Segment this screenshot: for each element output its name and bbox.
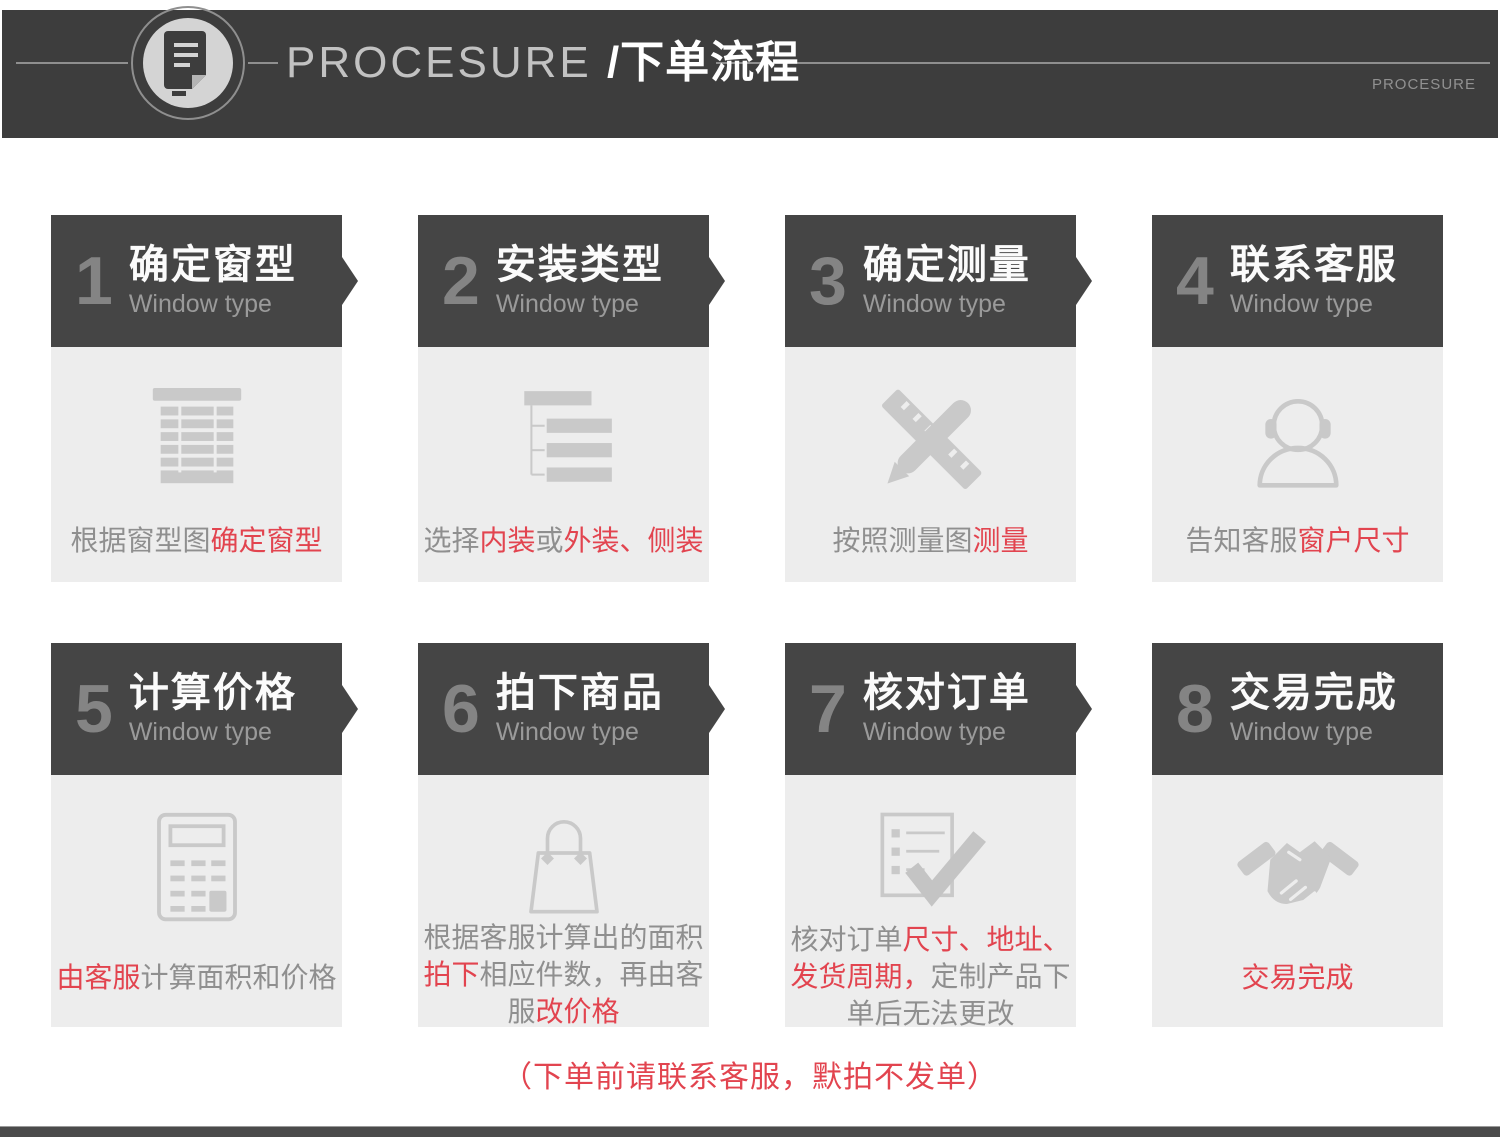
step-1-header: 1 确定窗型 Window type: [51, 215, 358, 347]
step-5-body: 由客服计算面积和价格: [51, 775, 342, 1027]
step-3-body: 按照测量图测量: [785, 347, 1076, 582]
banner-divider-line-mid: [248, 62, 278, 64]
banner-title: PROCESURE /下单流程: [286, 40, 800, 86]
step-1-body: 根据窗型图确定窗型: [51, 347, 342, 582]
step-card-1: 1 确定窗型 Window type 根据窗型图确定窗型: [51, 215, 358, 582]
desc-segment: 测量: [972, 525, 1029, 556]
bottom-divider-bar: [0, 1126, 1500, 1137]
step-description: 交易完成: [1238, 959, 1356, 996]
desc-segment: 外装、侧装: [563, 525, 704, 556]
desc-segment: 窗户尺寸: [1297, 525, 1410, 556]
step-card-3: 3 确定测量 Window type 按照测量图测量: [785, 215, 1092, 582]
step-description: 选择内装或外装、侧装: [420, 522, 706, 559]
step-subtitle: Window type: [128, 290, 272, 318]
desc-segment: 告知客服: [1185, 525, 1298, 556]
banner-title-zh: /下单流程: [606, 38, 801, 87]
desc-segment: 选择: [423, 525, 480, 556]
arrow-right-icon: [709, 685, 725, 733]
step-2-body: 选择内装或外装、侧装: [418, 347, 709, 582]
step-description: 由客服计算面积和价格: [53, 959, 339, 996]
desc-segment: 按照测量图: [832, 525, 973, 556]
step-number: 2: [442, 243, 480, 319]
step-card-4: 4 联系客服 Window type 告知客服窗户尺寸: [1152, 215, 1443, 582]
step-title: 核对订单: [862, 671, 1031, 715]
step-subtitle: Window type: [495, 718, 639, 746]
banner-title-en: PROCESURE: [286, 38, 607, 87]
step-subtitle: Window type: [862, 718, 1006, 746]
step-7-body: 核对订单尺寸、地址、发货周期，定制产品下单后无法更改: [785, 775, 1076, 1029]
step-card-8: 8 交易完成 Window type 交易完成: [1152, 643, 1443, 1027]
calculator-icon: [149, 809, 245, 927]
desc-segment: 拍下: [423, 959, 480, 990]
arrow-right-icon: [709, 257, 725, 305]
desc-segment: 交易完成: [1241, 961, 1354, 993]
step-title: 确定测量: [862, 243, 1031, 287]
step-card-2: 2 安装类型 Window type 选择内装或外装、侧装: [418, 215, 725, 582]
desc-segment: 根据客服计算出的面积: [423, 922, 704, 953]
measure-icon: [875, 381, 987, 499]
document-icon: [128, 3, 248, 123]
desc-segment: 改价格: [535, 996, 620, 1027]
desc-segment: 由客服: [56, 961, 141, 993]
step-2-header: 2 安装类型 Window type: [418, 215, 725, 347]
step-title: 计算价格: [128, 671, 297, 715]
step-4-header: 4 联系客服 Window type: [1152, 215, 1443, 347]
step-5-header: 5 计算价格 Window type: [51, 643, 358, 775]
step-title: 交易完成: [1229, 671, 1398, 715]
desc-segment: 确定窗型: [210, 525, 323, 556]
banner-divider-line-left: [16, 62, 128, 64]
step-description: 根据客服计算出的面积拍下相应件数，再由客服改价格: [418, 919, 709, 1030]
step-7-header: 7 核对订单 Window type: [785, 643, 1092, 775]
desc-segment: 核对订单: [790, 924, 903, 955]
desc-segment: 内装: [479, 525, 536, 556]
step-6-body: 根据客服计算出的面积拍下相应件数，再由客服改价格: [418, 775, 709, 1027]
procedure-banner: PROCESURE /下单流程 PROCESURE: [2, 6, 1498, 138]
step-3-header: 3 确定测量 Window type: [785, 215, 1092, 347]
step-title: 确定窗型: [128, 243, 297, 287]
step-card-5: 5 计算价格 Window type 由客服计算面积和价格: [51, 643, 358, 1027]
banner-divider-line-right: [716, 62, 1490, 64]
step-number: 3: [809, 243, 847, 319]
customer-service-icon: [1242, 381, 1354, 499]
step-description: 按照测量图测量: [829, 522, 1031, 559]
step-number: 8: [1176, 671, 1214, 747]
step-title: 拍下商品: [495, 671, 664, 715]
step-8-body: 交易完成: [1152, 775, 1443, 1027]
step-subtitle: Window type: [862, 290, 1006, 318]
order-warning-note: （下单前请联系客服，默拍不发单）: [502, 1061, 998, 1094]
step-card-7: 7 核对订单 Window type 核对订单尺寸、地址、发货周期，定制产品下单…: [785, 643, 1092, 1029]
step-number: 7: [809, 671, 847, 747]
step-subtitle: Window type: [1229, 718, 1373, 746]
step-subtitle: Window type: [128, 718, 272, 746]
step-number: 4: [1176, 243, 1214, 319]
blinds-icon: [143, 381, 251, 499]
step-subtitle: Window type: [495, 290, 639, 318]
arrow-right-icon: [342, 257, 358, 305]
desc-segment: 计算面积和价格: [140, 961, 337, 993]
step-number: 1: [75, 243, 113, 319]
arrow-right-icon: [1076, 257, 1092, 305]
step-4-body: 告知客服窗户尺寸: [1152, 347, 1443, 582]
step-title: 安装类型: [495, 243, 664, 287]
step-description: 根据窗型图确定窗型: [67, 522, 325, 559]
step-title: 联系客服: [1229, 243, 1398, 287]
step-card-6: 6 拍下商品 Window type 根据客服计算出的面积拍下相应件数，再由客服…: [418, 643, 725, 1027]
step-8-header: 8 交易完成 Window type: [1152, 643, 1443, 775]
handshake-icon: [1236, 809, 1359, 927]
step-number: 6: [442, 671, 480, 747]
arrow-right-icon: [342, 685, 358, 733]
banner-corner-label: PROCESURE: [1371, 76, 1476, 93]
order-check-icon: [871, 809, 991, 921]
step-number: 5: [75, 671, 113, 747]
desc-segment: 或: [535, 525, 564, 556]
step-subtitle: Window type: [1229, 290, 1373, 318]
install-type-icon: [508, 381, 620, 499]
arrow-right-icon: [1076, 685, 1092, 733]
shopping-bag-icon: [509, 809, 619, 919]
desc-segment: 根据窗型图: [70, 525, 211, 556]
steps-grid: 1 确定窗型 Window type 根据窗型图确定窗型 2 安装类型 Wind…: [51, 215, 1443, 1029]
step-6-header: 6 拍下商品 Window type: [418, 643, 725, 775]
step-description: 告知客服窗户尺寸: [1182, 522, 1412, 559]
step-description: 核对订单尺寸、地址、发货周期，定制产品下单后无法更改: [785, 921, 1076, 1032]
